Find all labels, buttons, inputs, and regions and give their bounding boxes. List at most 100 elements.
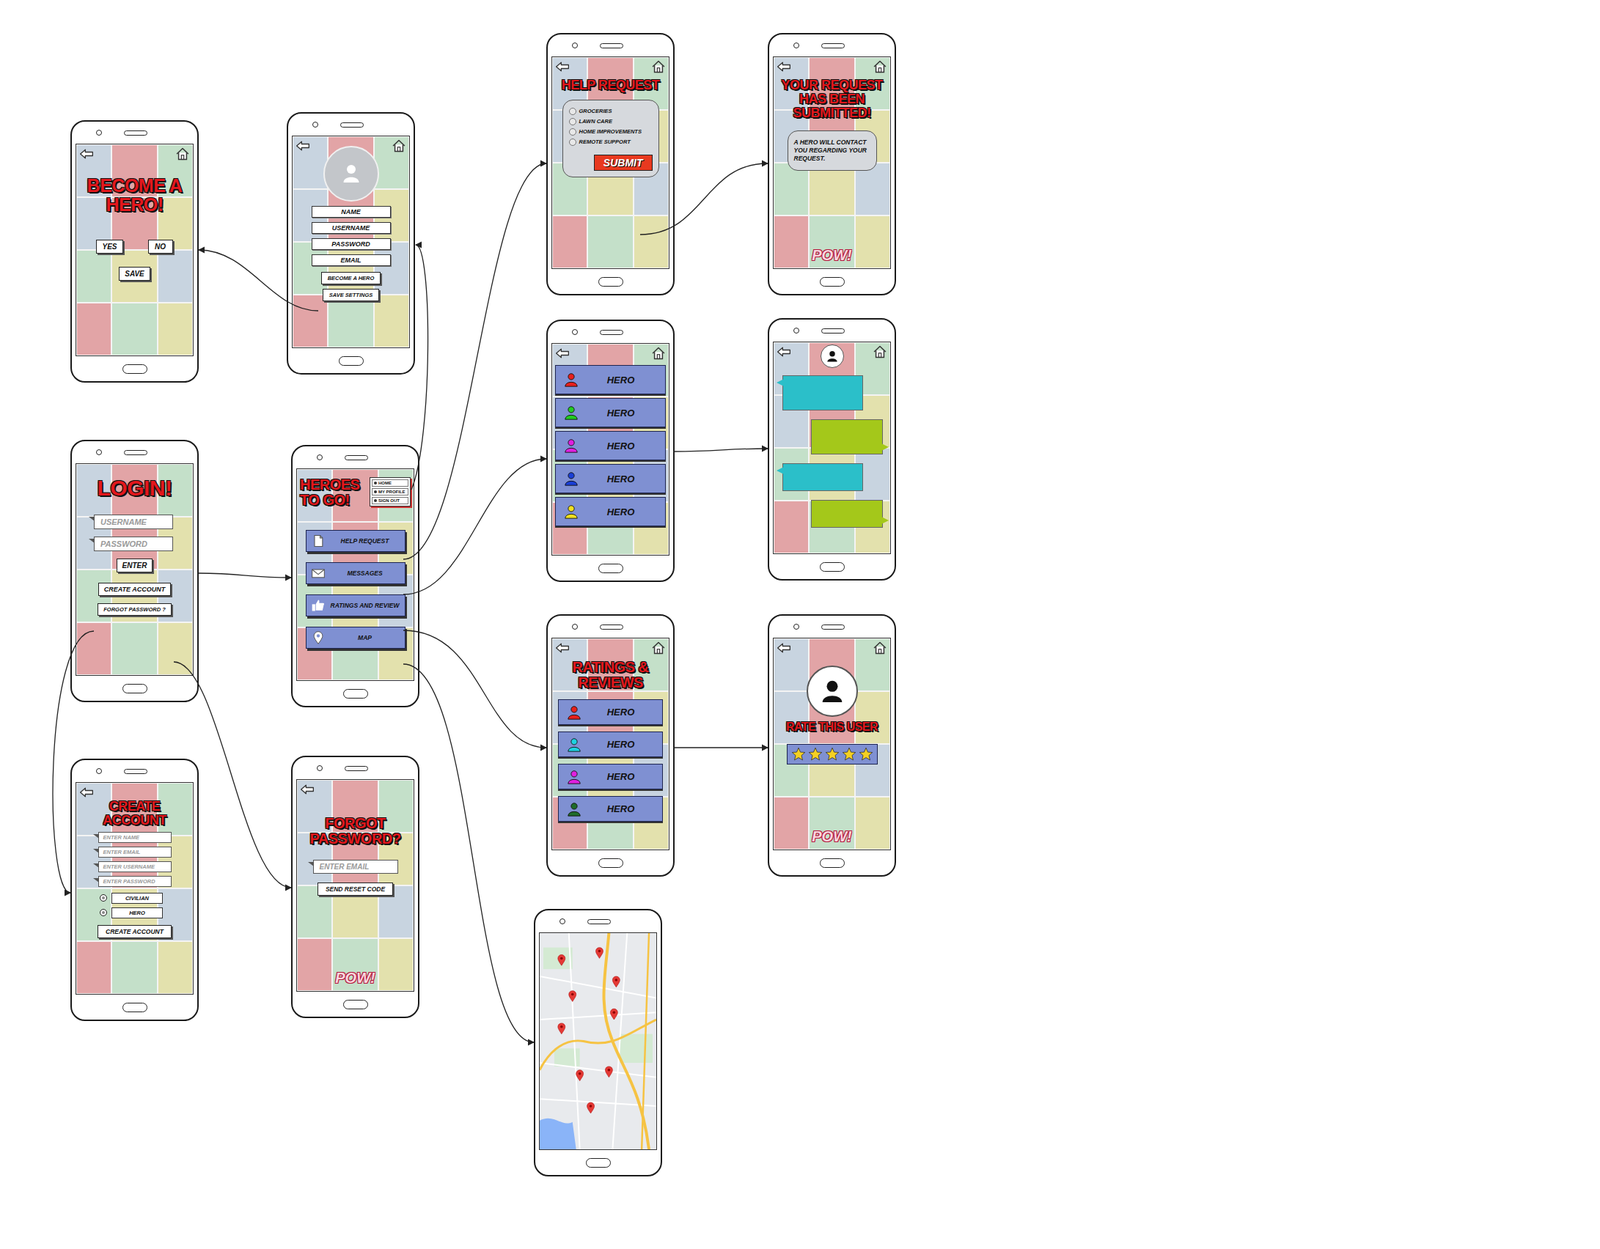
text-input[interactable]: ENTER USERNAME bbox=[98, 861, 172, 873]
rating-row[interactable]: HERO bbox=[558, 699, 663, 726]
text-input[interactable]: ENTER NAME bbox=[98, 832, 172, 844]
hero-row[interactable]: HERO bbox=[555, 398, 666, 428]
radio-icon[interactable] bbox=[569, 107, 577, 116]
role-option[interactable]: CIVILIAN bbox=[99, 893, 163, 905]
map-pin-icon[interactable] bbox=[587, 1102, 595, 1114]
screen-content: HELP REQUESTGROCERIESLAWN CAREHOME IMPRO… bbox=[552, 57, 669, 269]
home-icon[interactable] bbox=[175, 146, 190, 162]
home-icon[interactable] bbox=[651, 640, 666, 656]
speaker-icon bbox=[123, 450, 148, 456]
create-account-button[interactable]: CREATE ACCOUNT bbox=[98, 582, 172, 597]
profile-button[interactable]: SAVE SETTINGS bbox=[322, 288, 380, 302]
choice-button[interactable]: YES bbox=[96, 239, 123, 254]
radio-icon[interactable] bbox=[569, 138, 577, 146]
speaker-icon bbox=[123, 130, 148, 136]
send-reset-code-button[interactable]: SEND RESET CODE bbox=[317, 882, 394, 897]
home-icon[interactable] bbox=[391, 138, 407, 154]
quick-menu-item[interactable]: MY PROFILE bbox=[371, 488, 409, 496]
back-arrow-icon[interactable] bbox=[776, 344, 792, 360]
back-arrow-icon[interactable] bbox=[299, 782, 315, 798]
map-pin-icon[interactable] bbox=[596, 948, 604, 960]
speaker-icon bbox=[587, 919, 611, 925]
hero-row[interactable]: HERO bbox=[555, 497, 666, 527]
choice-button[interactable]: NO bbox=[148, 239, 174, 254]
back-arrow-icon[interactable] bbox=[555, 346, 570, 361]
star-icon[interactable] bbox=[808, 747, 823, 762]
star-icon[interactable] bbox=[841, 747, 857, 762]
map-pin-icon[interactable] bbox=[576, 1070, 584, 1082]
enter-button[interactable]: ENTER bbox=[116, 558, 154, 573]
star-icon[interactable] bbox=[791, 747, 806, 762]
screen-content: FORGOT PASSWORD?ENTER EMAILSEND RESET CO… bbox=[296, 780, 414, 992]
map-pin-icon[interactable] bbox=[558, 955, 566, 967]
star-rating[interactable] bbox=[786, 744, 878, 765]
text-input[interactable]: ENTER PASSWORD bbox=[98, 876, 172, 888]
create-account-button[interactable]: CREATE ACCOUNT bbox=[97, 925, 172, 939]
text-input[interactable]: ENTER EMAIL bbox=[98, 846, 172, 858]
submit-button[interactable]: SUBMIT bbox=[593, 154, 653, 171]
back-arrow-icon[interactable] bbox=[79, 146, 94, 162]
request-option[interactable]: GROCERIES bbox=[569, 107, 653, 116]
screen-title: RATE THIS USER bbox=[786, 721, 878, 735]
back-arrow-icon[interactable] bbox=[555, 59, 570, 75]
forgot-password-button[interactable]: FORGOT PASSWORD ? bbox=[97, 603, 171, 616]
home-icon[interactable] bbox=[872, 640, 888, 656]
text-input[interactable]: USERNAME bbox=[93, 514, 174, 530]
save-button[interactable]: SAVE bbox=[118, 266, 151, 281]
profile-field[interactable]: PASSWORD bbox=[311, 238, 391, 251]
phone-screen: HEROES TO GO!HOMEMY PROFILESIGN OUTHELP … bbox=[296, 468, 415, 682]
home-icon[interactable] bbox=[872, 344, 888, 360]
email-input[interactable]: ENTER EMAIL bbox=[313, 860, 399, 875]
text-input[interactable]: PASSWORD bbox=[93, 536, 174, 552]
hero-row[interactable]: HERO bbox=[555, 365, 666, 395]
profile-avatar[interactable] bbox=[323, 145, 380, 202]
quick-menu-item[interactable]: HOME bbox=[371, 479, 409, 487]
comic-panel bbox=[552, 215, 588, 269]
speaker-icon bbox=[821, 43, 845, 49]
request-option[interactable]: REMOTE SUPPORT bbox=[569, 138, 653, 146]
menu-button[interactable]: RATINGS AND REVIEW bbox=[305, 594, 406, 617]
top-bar bbox=[79, 146, 190, 165]
back-arrow-icon[interactable] bbox=[776, 640, 792, 656]
star-icon[interactable] bbox=[858, 747, 874, 762]
profile-field[interactable]: USERNAME bbox=[311, 222, 391, 234]
radio-icon[interactable] bbox=[569, 118, 577, 126]
radio-icon[interactable] bbox=[569, 128, 577, 136]
home-icon[interactable] bbox=[651, 346, 666, 361]
hero-row[interactable]: HERO bbox=[555, 464, 666, 494]
radio-icon[interactable] bbox=[99, 909, 108, 917]
map-view[interactable] bbox=[539, 933, 657, 1150]
comic-panel bbox=[111, 941, 158, 995]
hero-row[interactable]: HERO bbox=[555, 431, 666, 461]
request-option[interactable]: LAWN CARE bbox=[569, 118, 653, 126]
map-pin-icon[interactable] bbox=[604, 1066, 613, 1078]
radio-icon[interactable] bbox=[99, 894, 108, 902]
menu-button[interactable]: MESSAGES bbox=[305, 562, 406, 585]
back-arrow-icon[interactable] bbox=[776, 59, 792, 75]
back-arrow-icon[interactable] bbox=[555, 640, 570, 656]
home-button-icon bbox=[343, 1000, 369, 1010]
rating-row[interactable]: HERO bbox=[558, 731, 663, 758]
request-option[interactable]: HOME IMPROVEMENTS bbox=[569, 128, 653, 136]
rating-row[interactable]: HERO bbox=[558, 796, 663, 822]
menu-button[interactable]: HELP REQUEST bbox=[305, 530, 406, 553]
person-icon bbox=[563, 437, 580, 454]
person-icon bbox=[566, 736, 583, 754]
rating-row[interactable]: HERO bbox=[558, 764, 663, 790]
map-pin-icon[interactable] bbox=[569, 991, 577, 1003]
map-pin-icon[interactable] bbox=[612, 976, 620, 988]
profile-field[interactable]: NAME bbox=[311, 206, 391, 218]
back-arrow-icon[interactable] bbox=[295, 138, 311, 154]
quick-menu-item[interactable]: SIGN OUT bbox=[371, 497, 409, 505]
map-pin-icon[interactable] bbox=[610, 1008, 618, 1020]
back-arrow-icon[interactable] bbox=[79, 785, 94, 800]
home-icon[interactable] bbox=[872, 59, 888, 75]
star-icon[interactable] bbox=[824, 747, 840, 762]
role-option[interactable]: HERO bbox=[99, 907, 163, 919]
profile-button[interactable]: BECOME A HERO bbox=[321, 272, 382, 285]
menu-button[interactable]: MAP bbox=[305, 626, 406, 649]
map-pin-icon[interactable] bbox=[558, 1023, 566, 1035]
home-icon[interactable] bbox=[651, 59, 666, 75]
profile-field[interactable]: EMAIL bbox=[311, 254, 391, 267]
phone-bottom-bezel bbox=[538, 1150, 658, 1176]
